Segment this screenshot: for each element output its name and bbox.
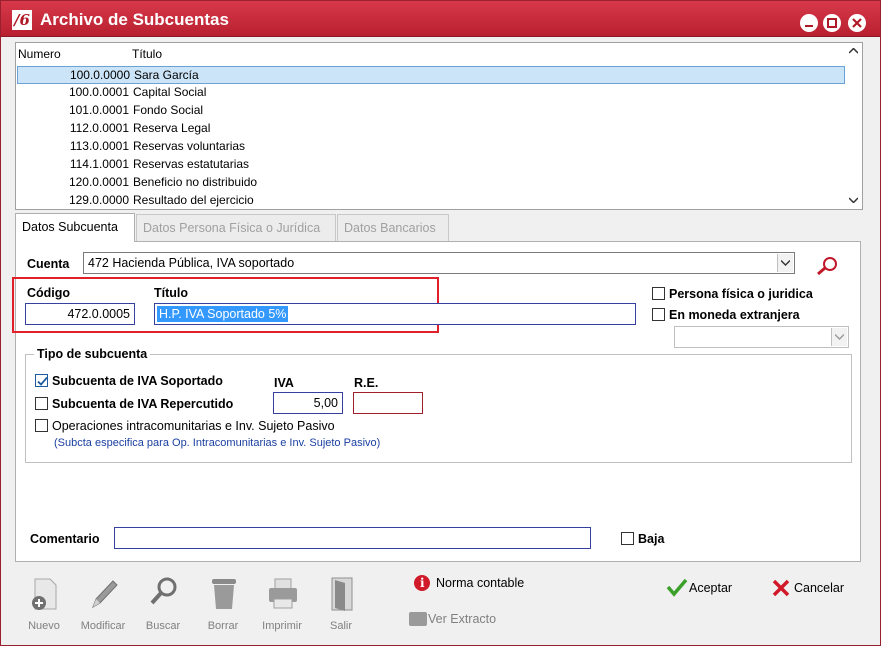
comentario-input[interactable]: [114, 527, 591, 549]
window-title: Archivo de Subcuentas: [40, 10, 229, 29]
cuenta-label: Cuenta: [27, 257, 70, 271]
salir-label: Salir: [329, 620, 352, 632]
search-icon: [817, 257, 837, 276]
tab-datos-subcuenta[interactable]: Datos Subcuenta: [15, 213, 135, 242]
baja-checkbox[interactable]: [621, 532, 634, 545]
app-logo-icon: /6: [12, 10, 32, 30]
table-row[interactable]: 101.0.0001 Fondo Social: [17, 102, 845, 120]
pencil-icon: [92, 580, 118, 609]
trash-icon: [212, 579, 236, 609]
cancelar-button[interactable]: Cancelar: [794, 581, 844, 595]
scroll-up-icon: [849, 48, 858, 54]
cuenta-combo[interactable]: 472 Hacienda Pública, IVA soportado: [83, 252, 795, 274]
moneda-label: En moneda extranjera: [669, 308, 800, 322]
table-row[interactable]: 112.0.0001 Reserva Legal: [17, 120, 845, 138]
column-header-numero[interactable]: Numero: [18, 47, 61, 61]
column-header-titulo[interactable]: Título: [132, 47, 162, 61]
titulo-input[interactable]: H.P. IVA Soportado 5%: [154, 303, 636, 325]
table-row[interactable]: 100.0.0001 Capital Social: [17, 84, 845, 102]
cuenta-dropdown-button[interactable]: [777, 254, 793, 272]
exit-door-icon: [331, 577, 353, 611]
list-scrollbar[interactable]: [845, 43, 862, 209]
iva-value: 5,00: [313, 396, 338, 410]
intracom-note: (Subcta especifica para Op. Intracomunit…: [54, 437, 381, 449]
table-row[interactable]: 100.0.0000 Sara García: [17, 66, 845, 84]
iva-soportado-label: Subcuenta de IVA Soportado: [52, 374, 223, 388]
group-title: Tipo de subcuenta: [34, 347, 151, 361]
table-row[interactable]: 120.0.0001 Beneficio no distribuido: [17, 174, 845, 192]
scroll-down-icon: [849, 197, 858, 203]
magnifier-icon: [150, 577, 177, 605]
persona-label: Persona física o juridica: [669, 287, 813, 301]
subcuentas-list[interactable]: Numero Título 100.0.0000 Sara García 100.…: [15, 42, 863, 210]
close-icon: [852, 18, 862, 28]
iva-input[interactable]: 5,00: [273, 392, 343, 414]
list-rows: 100.0.0000 Sara García 100.0.0001 Capital …: [17, 66, 845, 210]
aceptar-button[interactable]: Aceptar: [689, 581, 732, 595]
tab-datos-persona[interactable]: Datos Persona Física o Jurídica: [136, 214, 336, 242]
borrar-label: Borrar: [207, 620, 239, 632]
nuevo-label: Nuevo: [28, 620, 60, 632]
modificar-label: Modificar: [80, 620, 126, 632]
re-input[interactable]: [353, 392, 423, 414]
chevron-down-icon: [835, 334, 844, 340]
buscar-label: Buscar: [145, 620, 181, 632]
norma-contable-link[interactable]: Norma contable: [436, 576, 524, 590]
cancelar-x-icon: [771, 578, 791, 598]
aceptar-check-icon: [666, 577, 688, 597]
maximize-icon: [827, 18, 837, 28]
checkmark-icon: [37, 376, 48, 386]
codigo-label: Código: [27, 286, 71, 300]
imprimir-label: Imprimir: [262, 620, 302, 632]
iva-soportado-checkbox[interactable]: [35, 374, 48, 387]
moneda-checkbox[interactable]: [652, 308, 665, 321]
moneda-combo[interactable]: [674, 326, 849, 348]
table-row[interactable]: 129.0.0000 Resultado del ejercicio: [17, 192, 845, 210]
subcuentas-window: /6 Archivo de Subcuentas Numero Título 1…: [0, 0, 881, 646]
moneda-dropdown-button[interactable]: [831, 328, 847, 346]
cuenta-search-button[interactable]: [815, 254, 839, 276]
printer-icon: [269, 578, 297, 609]
baja-label: Baja: [638, 532, 665, 546]
table-row[interactable]: 113.0.0001 Reservas voluntarias: [17, 138, 845, 156]
tab-datos-bancarios[interactable]: Datos Bancarios: [337, 214, 449, 242]
iva-label: IVA: [274, 376, 294, 390]
iva-repercutido-label: Subcuenta de IVA Repercutido: [52, 397, 234, 411]
new-document-icon: [32, 578, 57, 610]
info-icon: i: [414, 575, 430, 591]
title-bar[interactable]: /6 Archivo de Subcuentas: [1, 1, 880, 37]
persona-checkbox[interactable]: [652, 287, 665, 300]
minimize-icon: [805, 25, 813, 27]
codigo-input[interactable]: 472.0.0005: [25, 303, 135, 325]
re-label: R.E.: [354, 376, 379, 390]
codigo-value: 472.0.0005: [67, 307, 130, 321]
minimize-button[interactable]: [800, 14, 818, 32]
titulo-label: Título: [154, 286, 189, 300]
close-button[interactable]: [848, 14, 866, 32]
list-header: Numero Título: [16, 43, 844, 63]
comentario-label: Comentario: [30, 532, 100, 546]
intracom-label: Operaciones intracomunitarias e Inv. Suj…: [52, 419, 335, 433]
titulo-value: H.P. IVA Soportado 5%: [157, 306, 289, 322]
ver-extracto-button[interactable]: Ver Extracto: [428, 612, 496, 626]
iva-repercutido-checkbox[interactable]: [35, 397, 48, 410]
chevron-down-icon: [781, 260, 790, 266]
ver-extracto-icon: [409, 612, 427, 626]
intracom-checkbox[interactable]: [35, 419, 48, 432]
cuenta-value: 472 Hacienda Pública, IVA soportado: [88, 256, 295, 270]
maximize-button[interactable]: [823, 14, 841, 32]
table-row[interactable]: 114.1.0001 Reservas estatutarias: [17, 156, 845, 174]
